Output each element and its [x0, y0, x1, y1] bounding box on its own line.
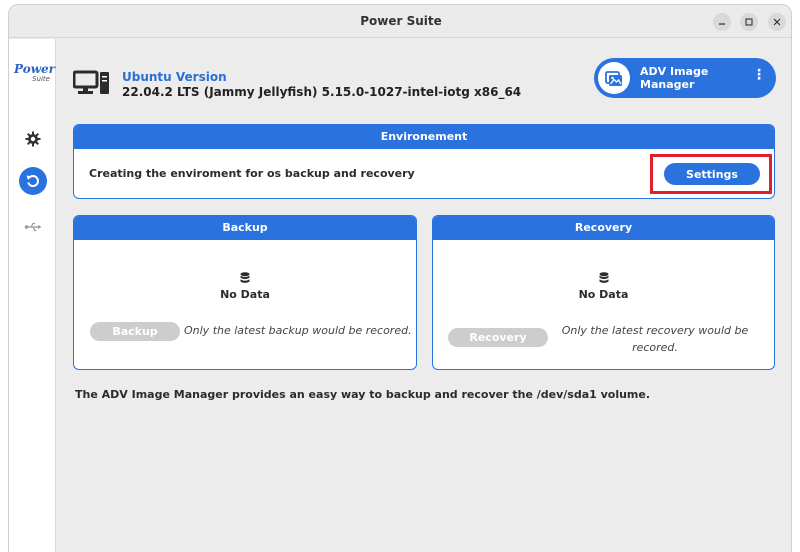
- title-bar: Power Suite: [9, 5, 791, 38]
- gear-icon: [25, 131, 41, 147]
- logo-line1: Power: [14, 62, 55, 76]
- app-name: ADV Image Manager: [640, 65, 709, 91]
- computer-icon: [72, 69, 111, 100]
- sidebar-item-settings[interactable]: [19, 125, 47, 153]
- close-button[interactable]: [768, 13, 786, 31]
- minimize-icon: [719, 23, 725, 25]
- environment-panel: Environement Creating the enviroment for…: [73, 124, 775, 199]
- settings-button[interactable]: Settings: [664, 163, 760, 185]
- close-icon: [773, 18, 781, 26]
- os-version-value: 22.04.2 LTS (Jammy Jellyfish) 5.15.0-102…: [122, 85, 522, 99]
- sidebar-item-usb[interactable]: [19, 213, 47, 241]
- app-window: Power Suite Power Suite Ubuntu Version 2…: [8, 4, 792, 552]
- app-logo: Power Suite: [14, 62, 55, 83]
- image-manager-icon: [598, 62, 630, 94]
- database-icon: [240, 272, 250, 283]
- recovery-button[interactable]: Recovery: [448, 328, 548, 347]
- logo-line2: Suite: [32, 75, 50, 83]
- sidebar-item-backup-restore[interactable]: [19, 167, 47, 195]
- backup-panel-title: Backup: [74, 216, 416, 240]
- os-version-label: Ubuntu Version: [122, 70, 227, 84]
- backup-status-text: No Data: [220, 288, 270, 301]
- backup-status: No Data: [74, 272, 416, 301]
- maximize-icon: [745, 18, 753, 26]
- backup-panel: Backup No Data Backup Only the latest ba…: [73, 215, 417, 370]
- restore-icon: [26, 175, 39, 187]
- maximize-button[interactable]: [740, 13, 758, 31]
- recovery-note: Only the latest recovery would be recore…: [561, 324, 749, 354]
- more-options-button[interactable]: ⋮: [752, 67, 766, 83]
- sidebar: Power Suite: [9, 39, 56, 552]
- backup-note: Only the latest backup would be recored.: [184, 324, 412, 337]
- recovery-status-text: No Data: [578, 288, 629, 301]
- main-content: Ubuntu Version 22.04.2 LTS (Jammy Jellyf…: [56, 39, 791, 552]
- environment-panel-title: Environement: [74, 125, 774, 149]
- window-title: Power Suite: [360, 14, 442, 28]
- app-switcher-button[interactable]: ADV Image Manager ⋮: [594, 58, 776, 98]
- recovery-panel: Recovery No Data Recovery Only the lates…: [432, 215, 775, 370]
- usb-icon: [24, 222, 42, 232]
- environment-description: Creating the enviroment for os backup an…: [89, 167, 415, 180]
- recovery-panel-title: Recovery: [433, 216, 774, 240]
- footer-description: The ADV Image Manager provides an easy w…: [75, 388, 651, 401]
- database-icon: [599, 272, 608, 283]
- backup-button[interactable]: Backup: [90, 322, 180, 341]
- minimize-button[interactable]: [713, 13, 731, 31]
- recovery-status: No Data: [433, 272, 774, 301]
